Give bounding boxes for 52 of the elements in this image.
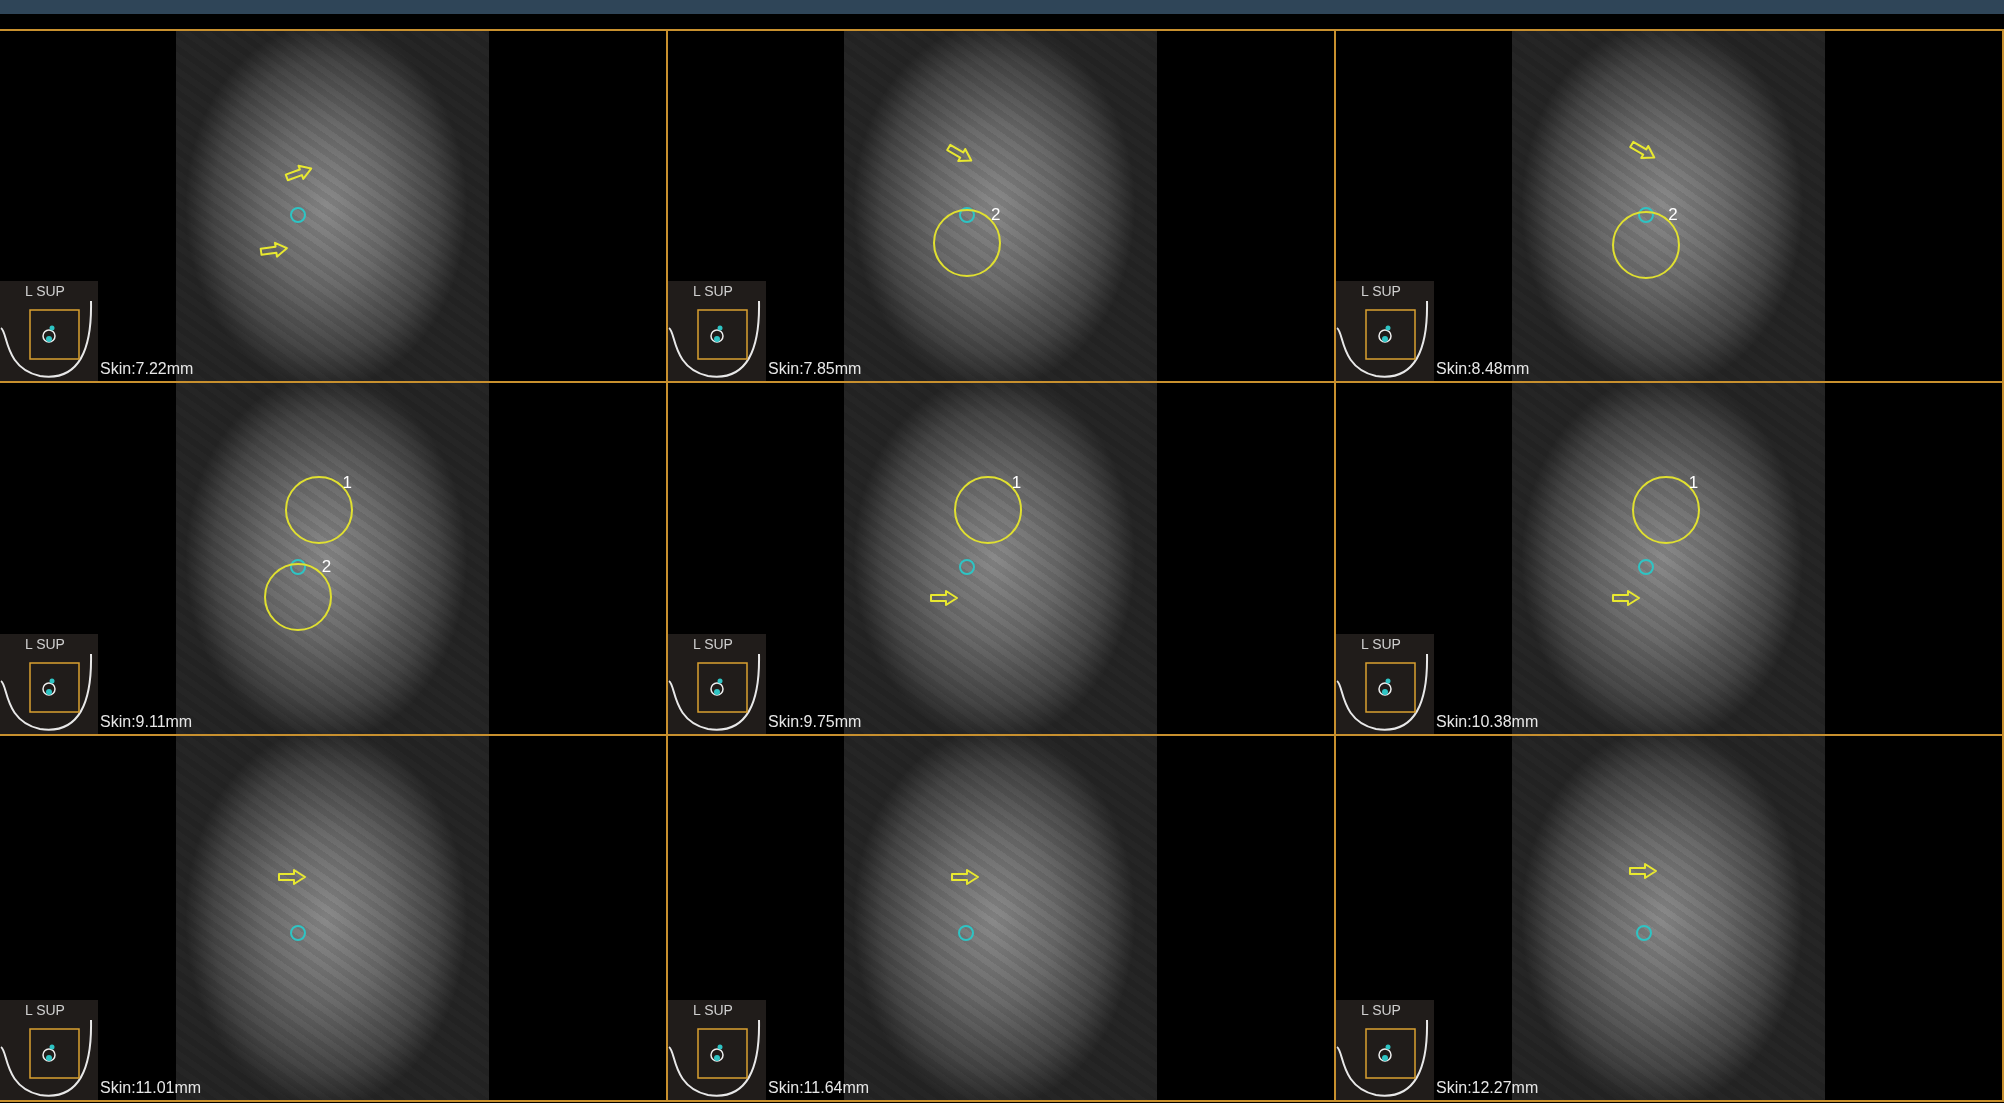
- orientation-label: L SUP: [25, 284, 65, 298]
- lesion-number: 2: [991, 205, 1001, 223]
- lesion-circle: [284, 476, 353, 545]
- lesion-number: 2: [1668, 205, 1678, 223]
- arrow-marker-icon: [1628, 861, 1659, 880]
- skin-depth-label: Skin:7.22mm: [100, 361, 194, 377]
- image-viewport[interactable]: 2 L SUP Skin:8.48mm: [1336, 31, 2004, 383]
- target-ring-icon: [290, 924, 307, 941]
- target-ring-icon: [1637, 559, 1654, 576]
- image-viewport[interactable]: L SUP Skin:11.01mm: [0, 736, 668, 1102]
- orientation-label: L SUP: [25, 637, 65, 651]
- skin-depth-label: Skin:11.01mm: [100, 1080, 202, 1096]
- skin-depth-label: Skin:11.64mm: [768, 1080, 870, 1096]
- arrow-marker-icon: [1611, 588, 1642, 607]
- skin-depth-label: Skin:9.11mm: [100, 714, 193, 730]
- lesion-circle: [264, 562, 333, 631]
- skin-depth-label: Skin:10.38mm: [1436, 714, 1539, 730]
- lesion-number: 1: [342, 473, 352, 491]
- orientation-label: L SUP: [1361, 1003, 1401, 1017]
- arrow-marker-icon: [276, 868, 307, 887]
- target-ring-icon: [959, 559, 976, 576]
- orientation-label: L SUP: [1361, 637, 1401, 651]
- orientation-label: L SUP: [693, 637, 733, 651]
- image-viewport[interactable]: 1 L SUP Skin:9.75mm: [668, 383, 1336, 736]
- orientation-label: L SUP: [693, 284, 733, 298]
- lesion-circle: [954, 476, 1023, 545]
- orientation-label: L SUP: [25, 1003, 65, 1017]
- orientation-label: L SUP: [693, 1003, 733, 1017]
- lesion-number: 1: [1688, 473, 1699, 491]
- image-viewport[interactable]: 1 2 L SUP Skin:9.11mm: [0, 383, 668, 736]
- lesion-circle: [1632, 476, 1701, 545]
- skin-depth-label: Skin:8.48mm: [1436, 361, 1530, 377]
- target-ring-icon: [958, 924, 975, 941]
- image-viewport[interactable]: 1 L SUP Skin:10.38mm: [1336, 383, 2004, 736]
- target-ring-icon: [290, 559, 307, 576]
- lesion-circle: [933, 208, 1002, 277]
- skin-depth-label: Skin:7.85mm: [768, 361, 862, 377]
- lesion-number: 2: [321, 557, 332, 575]
- arrow-marker-icon: [949, 868, 980, 887]
- arrow-marker-icon: [929, 588, 960, 607]
- skin-depth-label: Skin:12.27mm: [1436, 1080, 1539, 1096]
- target-ring-icon: [1637, 206, 1654, 223]
- target-ring-icon: [1636, 924, 1653, 941]
- image-viewport[interactable]: L SUP Skin:11.64mm: [668, 736, 1336, 1102]
- target-ring-icon: [959, 206, 976, 223]
- image-viewport[interactable]: L SUP Skin:7.22mm: [0, 31, 668, 383]
- orientation-label: L SUP: [1361, 284, 1401, 298]
- skin-depth-label: Skin:9.75mm: [768, 714, 862, 730]
- lesion-number: 1: [1011, 473, 1022, 491]
- target-ring-icon: [290, 206, 307, 223]
- image-viewport[interactable]: L SUP Skin:12.27mm: [1336, 736, 2004, 1102]
- image-viewport[interactable]: 2 L SUP Skin:7.85mm: [668, 31, 1336, 383]
